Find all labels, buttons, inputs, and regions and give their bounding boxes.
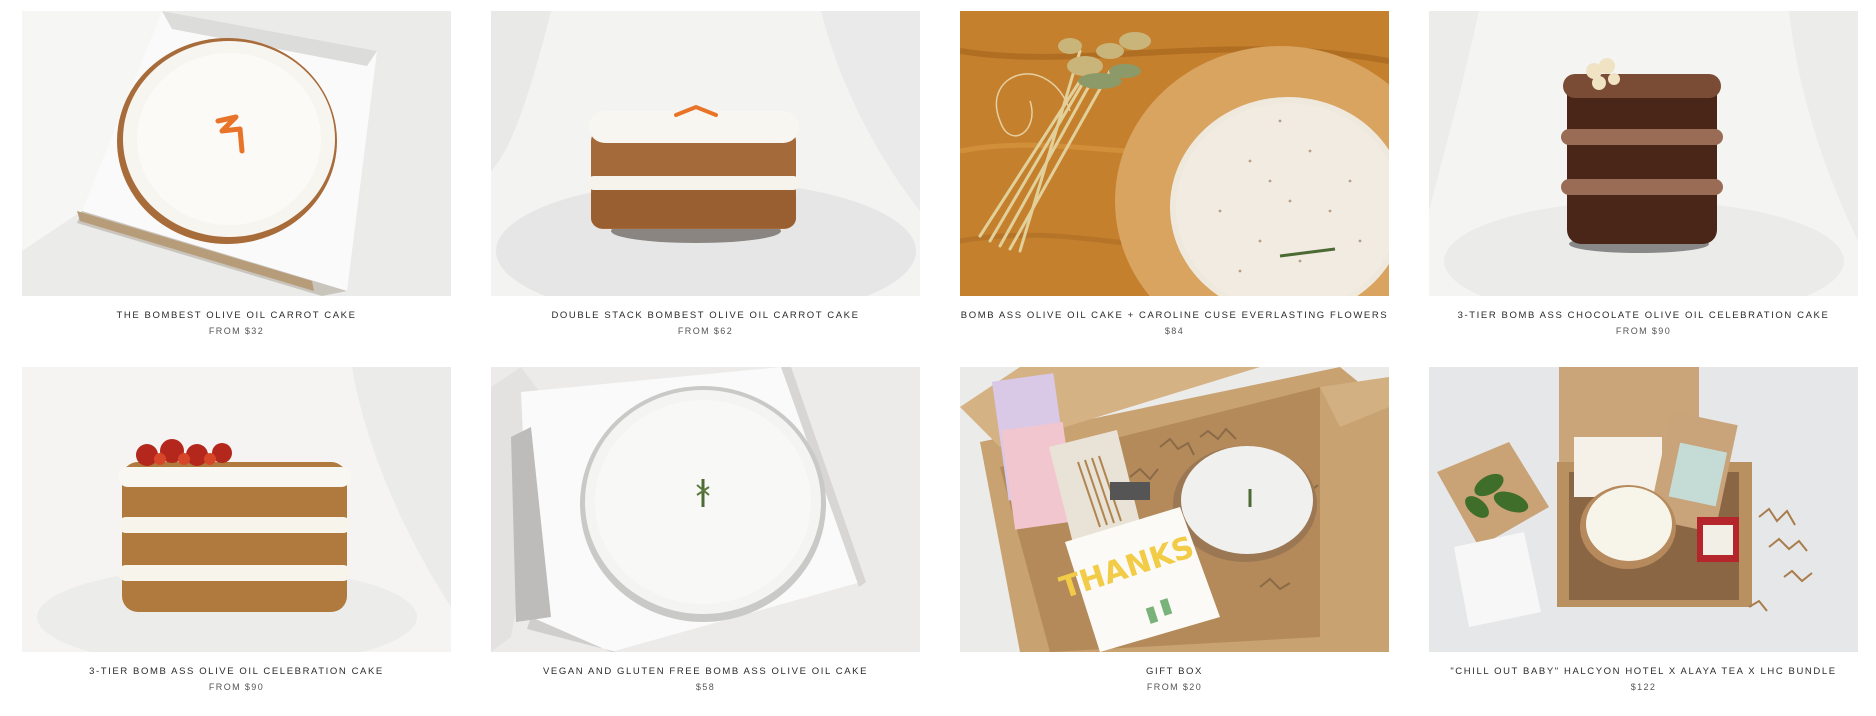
product-card[interactable]: VEGAN AND GLUTEN FREE BOMB ASS OLIVE OIL…: [491, 367, 920, 693]
product-title[interactable]: THE BOMBEST OLIVE OIL CARROT CAKE: [22, 310, 451, 322]
product-price: $84: [1164, 326, 1185, 336]
product-grid: THE BOMBEST OLIVE OIL CARROT CAKE FROM $…: [22, 11, 1860, 693]
product-card[interactable]: 3-TIER BOMB ASS OLIVE OIL CELEBRATION CA…: [22, 367, 451, 693]
product-price: FROM $20: [1146, 682, 1203, 692]
product-image-carrot-cake-in-box[interactable]: [22, 11, 451, 296]
product-price: FROM $90: [208, 682, 265, 692]
product-title[interactable]: 3-TIER BOMB ASS CHOCOLATE OLIVE OIL CELE…: [1429, 310, 1858, 322]
product-price: $122: [1630, 682, 1657, 692]
product-card[interactable]: BOMB ASS OLIVE OIL CAKE + CAROLINE CUSE …: [960, 11, 1389, 337]
product-title[interactable]: 3-TIER BOMB ASS OLIVE OIL CELEBRATION CA…: [22, 666, 451, 678]
product-image-3-tier-chocolate-cake[interactable]: [1429, 11, 1858, 296]
product-title[interactable]: DOUBLE STACK BOMBEST OLIVE OIL CARROT CA…: [491, 310, 920, 322]
product-title[interactable]: VEGAN AND GLUTEN FREE BOMB ASS OLIVE OIL…: [491, 666, 920, 678]
product-image-vegan-gluten-free-cake[interactable]: [491, 367, 920, 652]
product-image-olive-oil-cake-with-flowers[interactable]: [960, 11, 1389, 296]
product-card[interactable]: 3-TIER BOMB ASS CHOCOLATE OLIVE OIL CELE…: [1429, 11, 1858, 337]
product-title[interactable]: GIFT BOX: [960, 666, 1389, 678]
product-price: FROM $62: [677, 326, 734, 336]
product-price: $58: [695, 682, 716, 692]
product-price: FROM $90: [1615, 326, 1672, 336]
product-card[interactable]: DOUBLE STACK BOMBEST OLIVE OIL CARROT CA…: [491, 11, 920, 337]
product-image-gift-box[interactable]: THANKS: [960, 367, 1389, 652]
product-image-3-tier-olive-oil-cake[interactable]: [22, 367, 451, 652]
product-title[interactable]: "CHILL OUT BABY" HALCYON HOTEL X ALAYA T…: [1429, 666, 1858, 678]
product-image-halcyon-bundle[interactable]: [1429, 367, 1858, 652]
product-card[interactable]: THE BOMBEST OLIVE OIL CARROT CAKE FROM $…: [22, 11, 451, 337]
product-title[interactable]: BOMB ASS OLIVE OIL CAKE + CAROLINE CUSE …: [960, 310, 1389, 322]
product-card[interactable]: "CHILL OUT BABY" HALCYON HOTEL X ALAYA T…: [1429, 367, 1858, 693]
product-price: FROM $32: [208, 326, 265, 336]
product-card[interactable]: THANKS GIFT BOX FROM $20: [960, 367, 1389, 693]
product-image-double-stack-carrot-cake[interactable]: [491, 11, 920, 296]
